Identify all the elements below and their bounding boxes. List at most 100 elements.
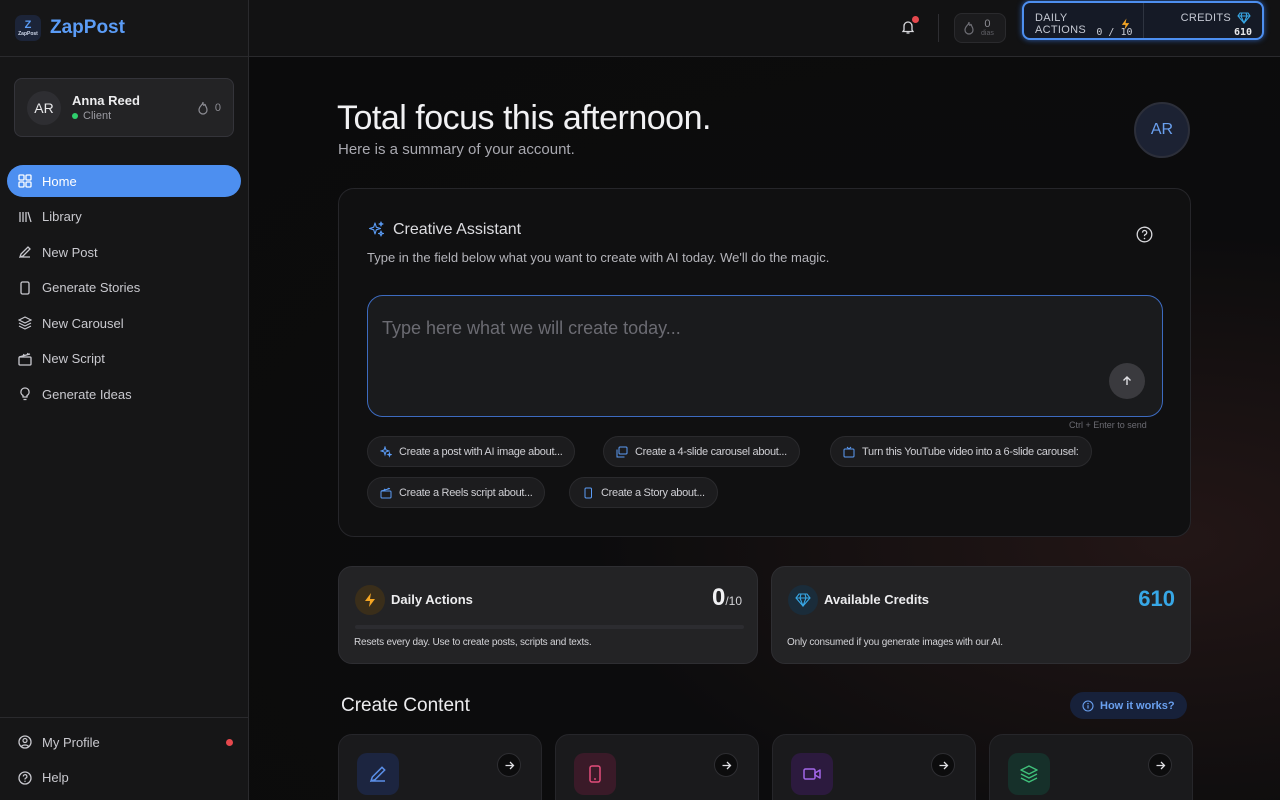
- suggestion-chip[interactable]: Create a Story about...: [569, 477, 718, 508]
- library-icon: [19, 211, 32, 222]
- user-role: Client: [72, 110, 197, 122]
- assistant-title: Creative Assistant: [367, 221, 521, 239]
- user-circle-icon: [18, 735, 32, 749]
- sidebar-item-library[interactable]: Library: [7, 201, 241, 233]
- daily-actions-stat: DAILY ACTIONS 0 / 10: [1024, 3, 1143, 38]
- tile-arrow-button[interactable]: [497, 753, 521, 777]
- tile-icon-wrap: [791, 753, 833, 795]
- tile-arrow-button[interactable]: [1148, 753, 1172, 777]
- suggestion-chip[interactable]: Turn this YouTube video into a 6-slide c…: [830, 436, 1092, 467]
- sidebar-item-label: My Profile: [42, 734, 100, 750]
- daily-actions-card: Daily Actions 0 /10 Resets every day. Us…: [338, 566, 758, 664]
- sparkles-icon: [368, 221, 385, 237]
- main-content: Total focus this afternoon. Here is a su…: [249, 57, 1280, 800]
- prompt-placeholder: Type here what we will create today...: [382, 318, 681, 338]
- assistant-title-text: Creative Assistant: [393, 221, 522, 238]
- layers-icon: [1020, 765, 1038, 783]
- tile-icon-wrap: [1008, 753, 1050, 795]
- credits-label: CREDITS: [1180, 12, 1231, 24]
- creative-assistant-panel: Creative Assistant Type in the field bel…: [338, 188, 1191, 537]
- suggestion-chip[interactable]: Create a post with AI image about...: [367, 436, 576, 467]
- sidebar-item-label: Home: [42, 173, 77, 189]
- create-story-tile[interactable]: [555, 734, 759, 800]
- clapperboard-icon: [380, 487, 392, 498]
- streak-counter[interactable]: 0 dias: [954, 13, 1006, 43]
- suggestion-label: Create a Story about...: [601, 486, 705, 499]
- flame-icon: [964, 21, 974, 35]
- notifications-button[interactable]: [900, 16, 919, 35]
- user-streak-value: 0: [214, 101, 221, 114]
- notification-dot: [226, 738, 233, 746]
- daily-actions-progress: [355, 625, 744, 629]
- daily-actions-desc: Resets every day. Use to create posts, s…: [354, 637, 592, 648]
- arrow-up-icon: [1123, 376, 1131, 385]
- arrow-right-icon: [1156, 761, 1165, 769]
- prompt-input[interactable]: Type here what we will create today...: [367, 295, 1163, 417]
- images-icon: [616, 446, 628, 457]
- credits-stat: CREDITS 610: [1142, 3, 1263, 38]
- help-circle-icon: [1136, 226, 1153, 243]
- page-subtitle: Here is a summary of your account.: [338, 141, 575, 158]
- online-dot: [72, 113, 78, 119]
- tile-arrow-button[interactable]: [714, 753, 738, 777]
- sidebar-item-home[interactable]: Home: [7, 165, 241, 197]
- sidebar: Z ZapPost ZapPost AR Anna Reed Client 0 …: [0, 0, 249, 800]
- how-it-works-button[interactable]: How it works?: [1070, 692, 1187, 719]
- tile-icon-wrap: [574, 753, 616, 795]
- daily-actions-title: Daily Actions: [391, 592, 473, 607]
- arrow-right-icon: [722, 761, 731, 769]
- avatar[interactable]: AR: [1134, 102, 1190, 158]
- logo[interactable]: Z ZapPost ZapPost: [0, 0, 248, 57]
- lightning-icon: [365, 593, 375, 607]
- suggestion-label: Create a post with AI image about...: [399, 445, 563, 458]
- user-name: Anna Reed: [72, 93, 140, 108]
- sidebar-item-new-script[interactable]: New Script: [7, 343, 241, 375]
- sidebar-item-label: New Script: [42, 351, 105, 366]
- avatar: AR: [27, 90, 61, 125]
- daily-actions-max: /10: [725, 594, 742, 608]
- sidebar-bottom-nav: My Profile Help: [0, 717, 249, 797]
- app-name: ZapPost: [50, 17, 125, 38]
- assistant-subtitle: Type in the field below what you want to…: [367, 250, 830, 265]
- help-button[interactable]: [1136, 226, 1153, 243]
- send-button[interactable]: [1109, 363, 1145, 399]
- page-title: Total focus this afternoon.: [337, 99, 711, 137]
- streak-label: dias: [981, 29, 994, 37]
- create-post-tile[interactable]: [338, 734, 542, 800]
- daily-actions-counter: 0 /10: [712, 584, 742, 612]
- tile-arrow-button[interactable]: [931, 753, 955, 777]
- flame-icon: [198, 101, 208, 115]
- daily-actions-count: 0: [711, 584, 726, 611]
- divider: [938, 14, 939, 42]
- credits-desc: Only consumed if you generate images wit…: [787, 637, 1003, 648]
- streak-value: 0: [984, 17, 991, 30]
- sidebar-item-label: Library: [42, 209, 82, 224]
- sidebar-item-my-profile[interactable]: My Profile: [7, 726, 242, 758]
- logo-mini-text: ZapPost: [18, 30, 38, 37]
- sidebar-item-new-post[interactable]: New Post: [7, 236, 241, 268]
- sidebar-item-label: Generate Stories: [42, 280, 141, 295]
- suggestion-label: Create a 4-slide carousel about...: [635, 445, 787, 458]
- arrow-right-icon: [939, 761, 948, 769]
- sidebar-item-generate-stories[interactable]: Generate Stories: [7, 272, 241, 304]
- sidebar-item-generate-ideas[interactable]: Generate Ideas: [7, 378, 241, 410]
- clapperboard-icon: [18, 352, 32, 366]
- user-card[interactable]: AR Anna Reed Client 0: [14, 78, 234, 137]
- suggestion-label: Turn this YouTube video into a 6-slide c…: [862, 445, 1079, 458]
- diamond-icon: [1237, 12, 1251, 24]
- grid-icon: [18, 174, 32, 188]
- usage-stats[interactable]: DAILY ACTIONS 0 / 10 CREDITS 610: [1022, 1, 1264, 40]
- suggestion-chip[interactable]: Create a Reels script about...: [367, 477, 546, 508]
- sparkles-icon: [380, 445, 392, 458]
- info-icon: [1082, 699, 1094, 712]
- suggestion-chip[interactable]: Create a 4-slide carousel about...: [603, 436, 800, 467]
- sidebar-item-new-carousel[interactable]: New Carousel: [7, 307, 241, 339]
- top-bar: 0 dias DAILY ACTIONS 0 / 10 CREDITS 610: [249, 0, 1280, 57]
- phone-icon: [589, 765, 601, 783]
- create-video-tile[interactable]: [772, 734, 976, 800]
- diamond-icon: [795, 593, 811, 607]
- create-carousel-tile[interactable]: [989, 734, 1193, 800]
- create-content-title: Create Content: [341, 695, 470, 716]
- sidebar-item-help[interactable]: Help: [7, 762, 242, 794]
- notification-badge: [912, 16, 919, 23]
